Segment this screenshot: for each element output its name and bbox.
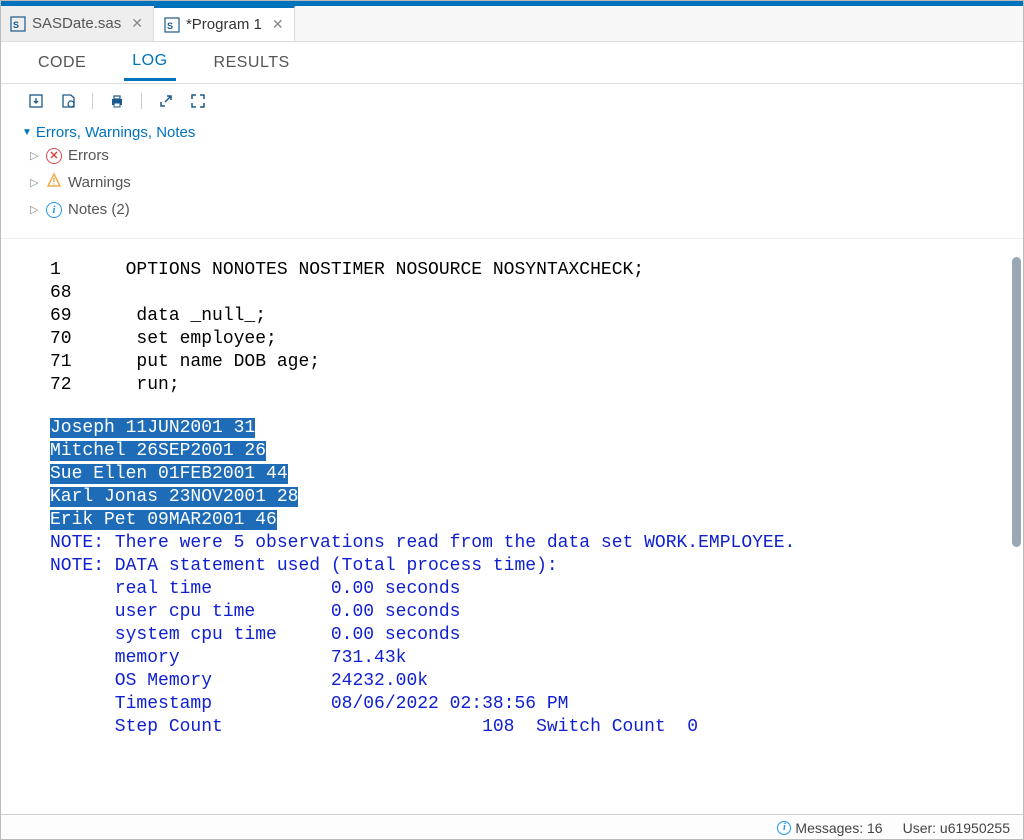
expand-icon: ▷ <box>30 176 40 189</box>
filter-notes[interactable]: ▷ i Notes (2) <box>22 197 1002 222</box>
popout-icon[interactable] <box>158 93 174 109</box>
view-tabs: CODE LOG RESULTS <box>0 42 1024 84</box>
caret-down-icon: ▼ <box>22 127 32 138</box>
filter-header-label: Errors, Warnings, Notes <box>36 124 196 141</box>
sas-file-icon: S <box>164 17 180 33</box>
download-log-icon[interactable] <box>28 93 44 109</box>
log-toolbar <box>0 84 1024 118</box>
close-icon[interactable]: ✕ <box>131 15 143 32</box>
log-output-block: Joseph 11JUN2001 31 Mitchel 26SEP2001 26… <box>50 417 1014 739</box>
messages-label: Messages: 16 <box>795 820 882 836</box>
status-bar: i Messages: 16 User: u61950255 <box>0 814 1024 840</box>
file-tab-sasdate[interactable]: S SASDate.sas ✕ <box>0 6 154 41</box>
info-icon: i <box>777 821 791 835</box>
log-scrollbar[interactable] <box>1012 257 1022 817</box>
file-tab-label: *Program 1 <box>186 16 262 33</box>
tab-code[interactable]: CODE <box>30 46 94 80</box>
expand-icon: ▷ <box>30 149 40 162</box>
close-icon[interactable]: ✕ <box>272 16 284 33</box>
filter-header[interactable]: ▼ Errors, Warnings, Notes <box>22 122 1002 143</box>
filter-warnings[interactable]: ▷ Warnings <box>22 168 1002 197</box>
log-filter-panel: ▼ Errors, Warnings, Notes ▷ ✕ Errors ▷ W… <box>0 118 1024 239</box>
toolbar-separator <box>92 93 93 109</box>
filter-notes-label: Notes (2) <box>68 201 130 218</box>
file-tabs: S SASDate.sas ✕ S *Program 1 ✕ <box>0 6 1024 42</box>
scrollbar-thumb[interactable] <box>1012 257 1021 547</box>
filter-errors-label: Errors <box>68 147 109 164</box>
filter-errors[interactable]: ▷ ✕ Errors <box>22 143 1002 168</box>
file-tab-label: SASDate.sas <box>32 15 121 32</box>
filter-warnings-label: Warnings <box>68 174 131 191</box>
svg-text:S: S <box>13 20 19 30</box>
print-icon[interactable] <box>109 93 125 109</box>
fullscreen-icon[interactable] <box>190 93 206 109</box>
error-icon: ✕ <box>46 148 62 164</box>
expand-icon: ▷ <box>30 203 40 216</box>
tab-results[interactable]: RESULTS <box>206 46 298 80</box>
messages-group[interactable]: i Messages: 16 <box>777 820 882 836</box>
tab-log[interactable]: LOG <box>124 44 175 81</box>
sas-file-icon: S <box>10 16 26 32</box>
svg-text:S: S <box>167 21 173 31</box>
user-label: User: u61950255 <box>903 820 1010 836</box>
log-viewport: 1 OPTIONS NONOTES NOSTIMER NOSOURCE NOSY… <box>0 239 1024 783</box>
save-log-icon[interactable] <box>60 93 76 109</box>
log-source-block: 1 OPTIONS NONOTES NOSTIMER NOSOURCE NOSY… <box>50 259 1014 397</box>
toolbar-separator <box>141 93 142 109</box>
file-tab-program1[interactable]: S *Program 1 ✕ <box>154 6 295 41</box>
warning-icon <box>46 172 62 193</box>
info-icon: i <box>46 202 62 218</box>
